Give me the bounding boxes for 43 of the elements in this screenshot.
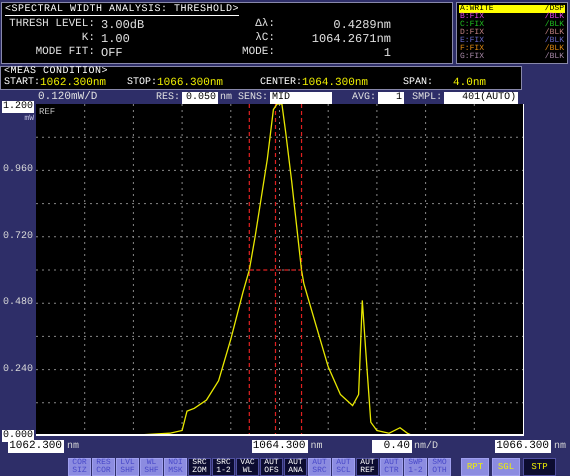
y-axis-label: 0.960 — [2, 164, 34, 176]
y-axis-label: 1.200 — [2, 101, 34, 113]
y-axis-label: 0.480 — [2, 297, 34, 310]
field-label: K: — [80, 33, 96, 45]
meas-label: CENTER: — [260, 78, 302, 89]
y-axis-label: 0.720 — [2, 230, 34, 243]
unit-label: nm — [310, 442, 323, 452]
field-value: 1.00 — [101, 33, 131, 45]
scale-label: 0.120mW/D — [38, 92, 98, 103]
unit-label: nm — [220, 92, 232, 102]
y-axis-label: 0.240 — [2, 364, 34, 376]
meas-value: 4.0nm — [453, 78, 486, 89]
analysis-title: <SPECTRAL WIDTH ANALYSIS: THRESHOLD> — [5, 5, 240, 16]
field-value: 3.00dB — [101, 19, 146, 31]
meas-value: 1064.300nm — [302, 78, 368, 89]
ref-label: REF — [39, 108, 56, 117]
field-label: MODE: — [240, 47, 276, 59]
x-axis-label: 1064.300 — [252, 440, 308, 453]
meas-label: SPAN: — [403, 78, 434, 89]
meas-label: STOP: — [127, 78, 158, 89]
setting-label: SMPL: — [412, 92, 442, 102]
unit-label: mW — [24, 115, 34, 123]
x-axis-label: 1062.300 — [8, 440, 64, 453]
field-label: Δλ: — [254, 19, 276, 31]
field-value: 1064.2671nm — [310, 33, 391, 45]
field-label: MODE FIT: — [34, 47, 96, 59]
setting-label: AVG: — [352, 92, 376, 102]
field-value: OFF — [101, 47, 124, 59]
scale-field: 0.40 — [372, 440, 412, 453]
unit-label: nm — [554, 442, 566, 452]
x-axis-label: 1066.300 — [495, 440, 551, 453]
unit-label: nm — [67, 442, 80, 452]
meas-value: 1066.300nm — [157, 78, 224, 89]
unit-label: nm/D — [414, 442, 438, 452]
field-label: THRESH LEVEL: — [8, 19, 96, 31]
field-value: 1 — [382, 47, 391, 59]
meas-value: 1062.300nm — [40, 78, 106, 89]
meas-label: START: — [4, 78, 40, 89]
field-value: 0.4289nm — [332, 19, 391, 31]
field-label: λC: — [254, 33, 276, 45]
meas-condition-title: <MEAS CONDITION> — [4, 67, 110, 77]
setting-label: RES: — [156, 92, 180, 102]
setting-label: SENS: — [238, 92, 268, 102]
